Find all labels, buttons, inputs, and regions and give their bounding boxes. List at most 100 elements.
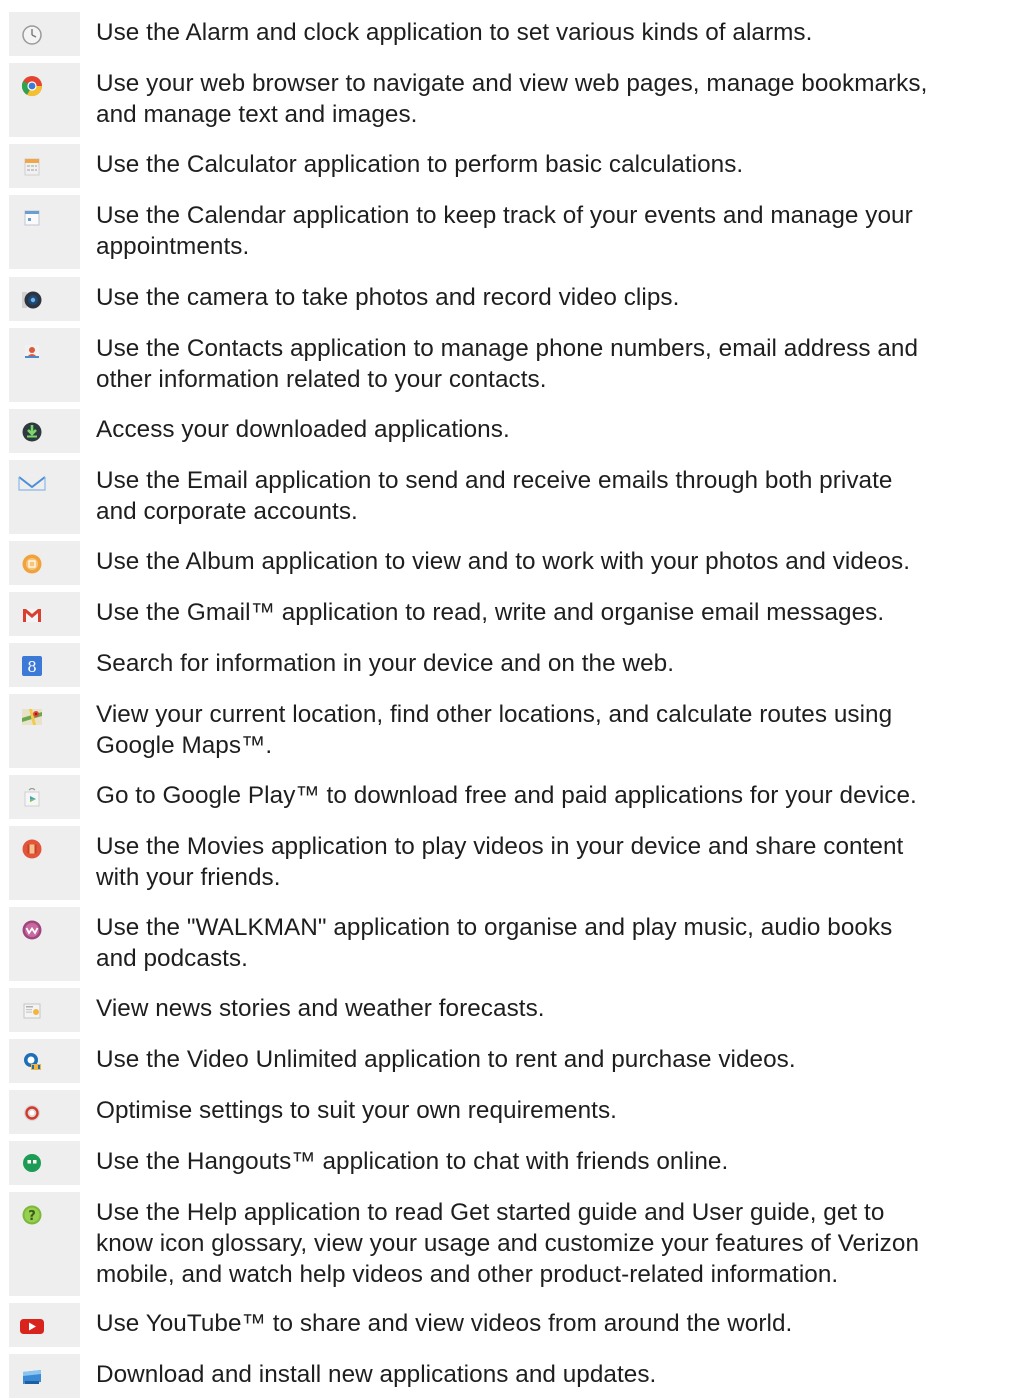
maps-icon [21,706,43,728]
description-line: appointments. [96,233,250,260]
icon-cell [9,1354,80,1398]
description-line: Use the Calendar application to keep tra… [96,202,913,229]
web-browser-icon [21,75,43,97]
icon-cell: ? [9,1192,80,1296]
description-line: Access your downloaded applications. [96,416,510,443]
description-line: with your friends. [96,864,281,891]
description-line: Use the Movies application to play video… [96,833,904,860]
entry-description: Use the Video Unlimited application to r… [96,1044,1011,1075]
table-row: Optimise settings to suit your own requi… [0,1090,1017,1134]
table-row: Download and install new applications an… [0,1354,1017,1398]
description-line: know icon glossary, view your usage and … [96,1230,920,1257]
calculator-icon [21,156,43,178]
description-line: Optimise settings to suit your own requi… [96,1097,617,1124]
entry-description: Use the Email application to send and re… [96,465,1011,527]
table-row: Use the Calculator application to perfor… [0,144,1017,188]
movies-icon [21,838,43,860]
google-search-icon: 8 [21,655,43,677]
entry-description: Use the Gmail™ application to read, writ… [96,597,1011,628]
description-line: mobile, and watch help videos and other … [96,1261,839,1288]
icon-cell [9,826,80,900]
icon-cell [9,144,80,188]
table-row: Go to Google Play™ to download free and … [0,775,1017,819]
calendar-icon [21,207,43,229]
entry-description: Use the Help application to read Get sta… [96,1197,1011,1290]
icon-cell [9,988,80,1032]
description-line: Use YouTube™ to share and view videos fr… [96,1310,793,1337]
entry-description: Use the Calculator application to perfor… [96,149,1011,180]
entry-description: Optimise settings to suit your own requi… [96,1095,1011,1126]
icon-cell [9,694,80,768]
description-line: Use the Contacts application to manage p… [96,335,919,362]
table-row: Use the Gmail™ application to read, writ… [0,592,1017,636]
news-weather-icon [21,1000,43,1022]
play-store-icon [21,787,43,809]
hangouts-icon [21,1153,43,1175]
album-icon [21,553,43,575]
icon-cell [9,1039,80,1083]
alarm-clock-icon [21,24,43,46]
entry-description: Use the Album application to view and to… [96,546,1011,577]
video-unlimited-icon [21,1051,43,1073]
entry-description: Use your web browser to navigate and vie… [96,68,1011,130]
description-line: Search for information in your device an… [96,650,675,677]
app-store-icon [21,1366,43,1388]
entry-description: View your current location, find other l… [96,699,1011,761]
description-line: Use the camera to take photos and record… [96,284,680,311]
camera-icon [21,289,43,311]
description-line: Use the Album application to view and to… [96,548,911,575]
entry-description: Go to Google Play™ to download free and … [96,780,1011,811]
description-line: other information related to your contac… [96,366,547,393]
settings-icon [21,1102,43,1124]
svg-text:8: 8 [27,658,37,676]
icon-cell [9,63,80,137]
table-row: Use the Video Unlimited application to r… [0,1039,1017,1083]
table-row: Access your downloaded applications. [0,409,1017,453]
svg-text:?: ? [28,1209,36,1224]
icon-cell [9,1090,80,1134]
table-row: Use YouTube™ to share and view videos fr… [0,1303,1017,1347]
icon-cell [9,541,80,585]
table-row: Use the Album application to view and to… [0,541,1017,585]
table-row: Use the Movies application to play video… [0,826,1017,900]
table-row: Use the Alarm and clock application to s… [0,12,1017,56]
table-row: Use the "WALKMAN" application to organis… [0,907,1017,981]
icon-cell [9,195,80,269]
description-line: Go to Google Play™ to download free and … [96,782,917,809]
entry-description: Search for information in your device an… [96,648,1011,679]
icon-cell [9,460,80,534]
entry-description: Use the Movies application to play video… [96,831,1011,893]
entry-description: Use the Contacts application to manage p… [96,333,1011,395]
description-line: View news stories and weather forecasts. [96,995,545,1022]
icon-cell: 8 [9,643,80,687]
table-row: ? Use the Help application to read Get s… [0,1192,1017,1296]
description-line: View your current location, find other l… [96,701,893,728]
icon-cell [9,1141,80,1185]
entry-description: Download and install new applications an… [96,1359,1011,1390]
icon-cell [9,12,80,56]
icon-cell [9,592,80,636]
entry-description: Use the Hangouts™ application to chat wi… [96,1146,1011,1177]
description-line: Use your web browser to navigate and vie… [96,70,928,97]
table-row: Use the Hangouts™ application to chat wi… [0,1141,1017,1185]
table-row: Use the Calendar application to keep tra… [0,195,1017,269]
icon-cell [9,328,80,402]
table-row: 8 Search for information in your device … [0,643,1017,687]
youtube-icon [19,1315,45,1337]
table-row: View news stories and weather forecasts. [0,988,1017,1032]
entry-description: Use YouTube™ to share and view videos fr… [96,1308,1011,1339]
entry-description: Use the Calendar application to keep tra… [96,200,1011,262]
description-line: Use the Email application to send and re… [96,467,893,494]
description-line: Google Maps™. [96,732,273,759]
table-row: Use the Email application to send and re… [0,460,1017,534]
entry-description: Access your downloaded applications. [96,414,1011,445]
help-icon: ? [21,1204,43,1226]
description-line: Use the Help application to read Get sta… [96,1199,885,1226]
icon-cell [9,277,80,321]
table-row: Use your web browser to navigate and vie… [0,63,1017,137]
downloads-icon [21,421,43,443]
table-row: Use the Contacts application to manage p… [0,328,1017,402]
contacts-icon [21,340,43,362]
description-line: Use the Calculator application to perfor… [96,151,744,178]
entry-description: Use the Alarm and clock application to s… [96,17,1011,48]
